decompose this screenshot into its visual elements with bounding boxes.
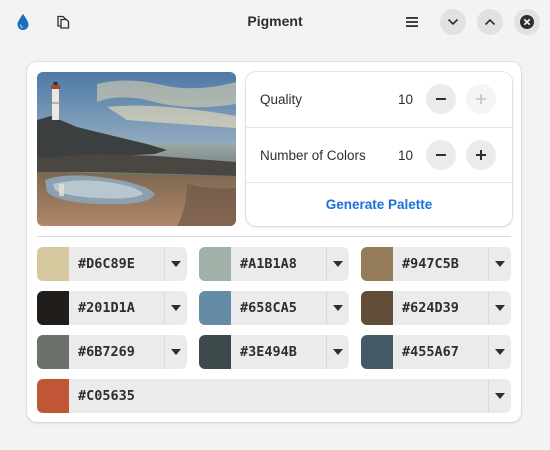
color-swatch <box>361 335 393 369</box>
quality-decrease-button[interactable] <box>426 84 456 114</box>
caret-down-icon <box>495 349 505 355</box>
color-swatch <box>37 291 69 325</box>
color-swatch <box>37 247 69 281</box>
color-hex[interactable]: #201D1A <box>69 291 164 325</box>
palette-color-item[interactable]: #6B7269 <box>37 335 187 369</box>
caret-down-icon <box>495 393 505 399</box>
window-title: Pigment <box>247 13 303 29</box>
close-button[interactable] <box>514 9 540 35</box>
palette-color-item[interactable]: #201D1A <box>37 291 187 325</box>
copy-menu-button[interactable] <box>326 247 349 281</box>
palette-color-item[interactable]: #658CA5 <box>199 291 349 325</box>
color-hex[interactable]: #6B7269 <box>69 335 164 369</box>
minus-icon <box>436 154 446 156</box>
copy-menu-button[interactable] <box>326 291 349 325</box>
caret-down-icon <box>333 261 343 267</box>
quality-increase-button[interactable] <box>466 84 496 114</box>
copy-menu-button[interactable] <box>488 291 511 325</box>
color-swatch <box>37 335 69 369</box>
color-swatch <box>361 291 393 325</box>
generate-palette-button[interactable]: Generate Palette <box>246 183 512 226</box>
color-swatch <box>361 247 393 281</box>
chevron-up-icon <box>484 18 496 26</box>
hamburger-menu-icon <box>406 17 418 27</box>
source-image <box>37 72 236 226</box>
color-hex[interactable]: #C05635 <box>69 379 488 413</box>
caret-down-icon <box>495 261 505 267</box>
plus-icon <box>476 150 486 160</box>
caret-down-icon <box>171 261 181 267</box>
copy-menu-button[interactable] <box>326 335 349 369</box>
maximize-button[interactable] <box>477 9 503 35</box>
main-menu-button[interactable] <box>399 9 425 35</box>
caret-down-icon <box>333 349 343 355</box>
color-swatch <box>199 247 231 281</box>
copy-menu-button[interactable] <box>488 335 511 369</box>
color-hex[interactable]: #A1B1A8 <box>231 247 326 281</box>
copy-menu-button[interactable] <box>488 247 511 281</box>
color-hex[interactable]: #658CA5 <box>231 291 326 325</box>
caret-down-icon <box>495 305 505 311</box>
copy-menu-button[interactable] <box>164 247 187 281</box>
color-hex[interactable]: #455A67 <box>393 335 488 369</box>
main-card: Quality 10 Number of Colors 10 Generate … <box>27 62 521 422</box>
section-divider <box>37 236 511 237</box>
num-colors-increase-button[interactable] <box>466 140 496 170</box>
color-hex[interactable]: #3E494B <box>231 335 326 369</box>
color-swatch <box>37 379 69 413</box>
caret-down-icon <box>333 305 343 311</box>
palette-color-item[interactable]: #A1B1A8 <box>199 247 349 281</box>
close-icon <box>520 15 534 29</box>
copy-menu-button[interactable] <box>488 379 511 413</box>
quality-label: Quality <box>260 91 303 107</box>
num-colors-label: Number of Colors <box>260 147 366 163</box>
palette-settings: Quality 10 Number of Colors 10 Generate … <box>246 72 512 226</box>
minus-icon <box>436 98 446 100</box>
palette-color-item[interactable]: #947C5B <box>361 247 511 281</box>
palette-color-item[interactable]: #D6C89E <box>37 247 187 281</box>
minimize-button[interactable] <box>440 9 466 35</box>
copy-menu-button[interactable] <box>164 335 187 369</box>
color-hex[interactable]: #D6C89E <box>69 247 164 281</box>
chevron-down-icon <box>447 18 459 26</box>
color-swatch <box>199 291 231 325</box>
color-hex[interactable]: #624D39 <box>393 291 488 325</box>
plus-icon <box>476 94 486 104</box>
caret-down-icon <box>171 305 181 311</box>
palette-color-item[interactable]: #C05635 <box>37 379 511 413</box>
copy-menu-button[interactable] <box>164 291 187 325</box>
color-hex[interactable]: #947C5B <box>393 247 488 281</box>
lighthouse-photo <box>37 72 236 226</box>
caret-down-icon <box>171 349 181 355</box>
header-bar: Pigment <box>0 0 550 45</box>
quality-value: 10 <box>398 91 414 107</box>
num-colors-value: 10 <box>398 147 414 163</box>
palette-color-item[interactable]: #455A67 <box>361 335 511 369</box>
palette-color-item[interactable]: #624D39 <box>361 291 511 325</box>
palette-color-item[interactable]: #3E494B <box>199 335 349 369</box>
num-colors-row: Number of Colors 10 <box>246 128 512 182</box>
quality-row: Quality 10 <box>246 72 512 126</box>
color-swatch <box>199 335 231 369</box>
num-colors-decrease-button[interactable] <box>426 140 456 170</box>
